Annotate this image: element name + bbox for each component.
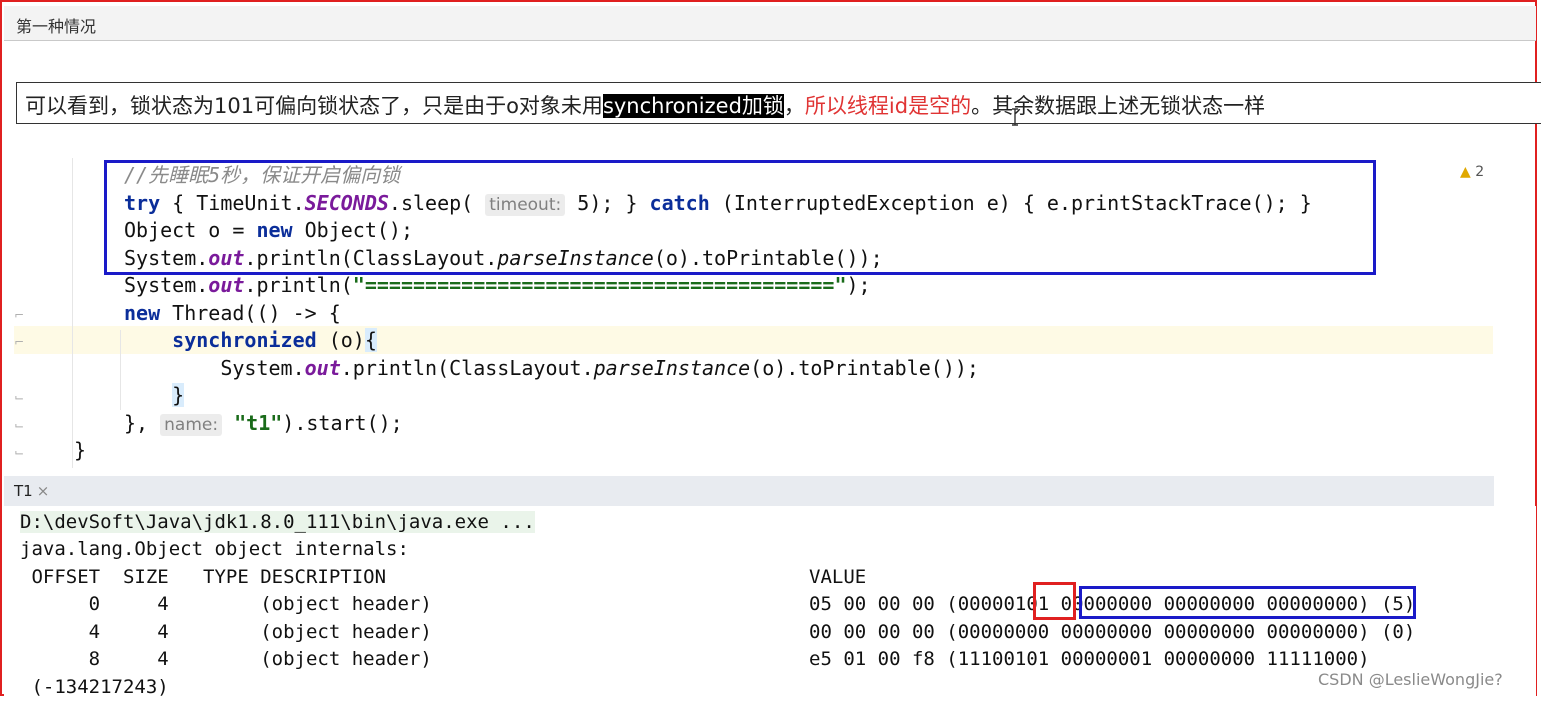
warning-icon: ▲ <box>1460 164 1471 180</box>
indent-guide <box>72 158 73 468</box>
indent-guide <box>120 330 121 410</box>
code-line-println-2: System.out.println(ClassLayout.parseInst… <box>124 356 979 380</box>
inspection-warnings[interactable]: ▲ 2 <box>1460 164 1484 180</box>
code-line-start: }, name: "t1").start(); <box>124 411 403 436</box>
console-columns: OFFSET SIZE TYPE DESCRIPTION <box>20 566 387 588</box>
note-part1: 可以看到，锁状态为101可偏向锁状态了，只是由于o对象未用 <box>25 94 603 118</box>
fold-marker-icon[interactable]: ⌙ <box>14 418 24 432</box>
fold-marker-icon[interactable]: ⌐ <box>14 335 24 349</box>
watermark: CSDN @LeslieWongJie? <box>1318 670 1503 689</box>
note-highlight: synchronized加锁 <box>602 94 784 118</box>
console-row-value: 00 00 00 00 (00000000 00000000 00000000 … <box>809 621 1416 643</box>
run-tab-bar: T1 × <box>4 476 1494 506</box>
console-java-path: D:\devSoft\Java\jdk1.8.0_111\bin\java.ex… <box>20 511 535 533</box>
note-part2: ， <box>783 94 805 118</box>
separator-string: "=======================================… <box>352 273 847 297</box>
warning-count: 2 <box>1475 164 1485 180</box>
console-row-offset: 4 4 (object header) <box>20 621 432 643</box>
text-cursor-icon <box>1012 108 1018 126</box>
code-line-synchronized: synchronized (o){ <box>172 328 377 352</box>
note-text: 可以看到，锁状态为101可偏向锁状态了，只是由于o对象未用synchronize… <box>25 90 1265 120</box>
param-hint-name: name: <box>160 414 223 436</box>
console-header: java.lang.Object object internals: <box>20 538 409 560</box>
note-red-text: 所以线程id是空的 <box>804 94 972 118</box>
bias-bits-highlight-box <box>1033 582 1076 620</box>
window-title: 第一种情况 <box>16 17 97 36</box>
code-line-close-brace: } <box>172 383 185 407</box>
tab-label: T1 <box>14 482 33 500</box>
fold-marker-icon[interactable]: ⌙ <box>14 445 24 459</box>
console-row-offset: 8 4 (object header) <box>20 648 432 670</box>
tab-t1[interactable]: T1 × <box>14 482 49 500</box>
fold-marker-icon[interactable]: ⌙ <box>14 390 24 404</box>
close-icon[interactable]: × <box>37 482 50 500</box>
console-row-value: e5 01 00 f8 (11100101 00000001 00000000 … <box>809 648 1370 670</box>
code-line-method-close: } <box>74 438 87 462</box>
console-cut-line: (-134217243) <box>20 676 169 698</box>
code-line-println-separator: System.out.println("====================… <box>124 273 871 297</box>
console-value-header: VALUE <box>809 566 867 588</box>
thread-name-string: "t1" <box>234 411 283 435</box>
code-highlight-box <box>104 160 1376 275</box>
console-row-offset: 0 4 (object header) <box>20 593 432 615</box>
fold-marker-icon[interactable]: ⌐ <box>14 308 24 322</box>
title-bar: 第一种情况 <box>4 6 1536 41</box>
thread-id-highlight-box <box>1079 586 1416 619</box>
explanation-note: 可以看到，锁状态为101可偏向锁状态了，只是由于o对象未用synchronize… <box>16 82 1541 124</box>
code-line-new-thread: new Thread(() -> { <box>124 301 341 325</box>
